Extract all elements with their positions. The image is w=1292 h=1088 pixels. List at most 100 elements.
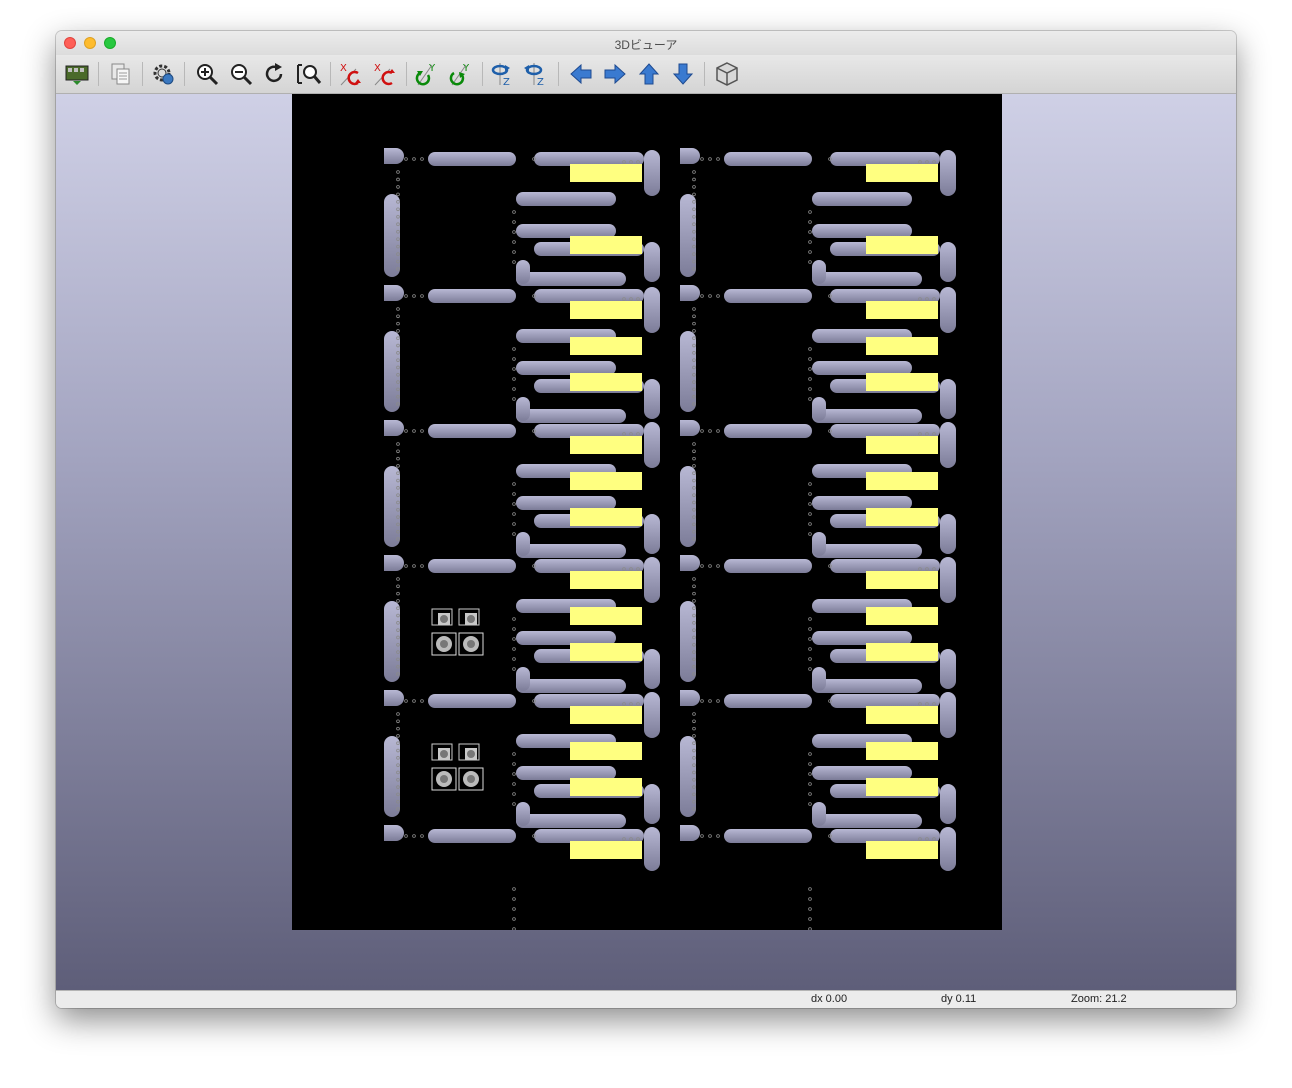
pad-trace bbox=[516, 192, 616, 206]
rail-knob bbox=[680, 285, 700, 301]
pad-trace bbox=[534, 289, 644, 303]
pad-trace bbox=[516, 224, 616, 238]
rotate-y-ccw-icon: Y bbox=[449, 63, 470, 86]
header-pin-hole bbox=[440, 640, 448, 648]
via bbox=[808, 657, 812, 661]
pad-trace bbox=[534, 694, 644, 708]
via bbox=[692, 185, 696, 189]
via bbox=[420, 834, 424, 838]
ortho-view-button[interactable] bbox=[712, 59, 742, 89]
pad-trace bbox=[830, 694, 940, 708]
pad-trace bbox=[830, 289, 940, 303]
via bbox=[396, 314, 400, 319]
smd-pad bbox=[866, 778, 938, 796]
via bbox=[412, 834, 416, 838]
via bbox=[396, 177, 400, 182]
redraw-button[interactable] bbox=[260, 59, 290, 89]
via bbox=[808, 792, 812, 796]
right-rail bbox=[644, 422, 660, 468]
arrow-left-icon bbox=[570, 63, 592, 85]
via bbox=[808, 210, 812, 214]
zoom-fit-button[interactable] bbox=[294, 59, 324, 89]
via bbox=[512, 927, 516, 931]
right-rail bbox=[644, 287, 660, 333]
svg-text:X: X bbox=[374, 63, 381, 74]
via bbox=[512, 637, 516, 641]
svg-text:Z: Z bbox=[537, 77, 544, 87]
status-dx: dx 0.00 bbox=[811, 993, 848, 1005]
rail-knob bbox=[384, 555, 404, 571]
settings-button[interactable] bbox=[148, 59, 178, 89]
pad-trace bbox=[516, 272, 626, 286]
title-bar[interactable]: 3Dビューア bbox=[56, 31, 1236, 55]
via bbox=[708, 157, 712, 161]
via bbox=[700, 294, 704, 298]
pad-trace bbox=[534, 424, 644, 438]
smd-pad bbox=[866, 571, 938, 589]
via bbox=[808, 647, 812, 651]
left-rail bbox=[680, 736, 696, 817]
via bbox=[512, 387, 516, 391]
via bbox=[512, 502, 516, 506]
via bbox=[692, 456, 696, 461]
via bbox=[716, 294, 720, 298]
pan-left-button[interactable] bbox=[566, 59, 596, 89]
pad-trace bbox=[830, 559, 940, 573]
rail-knob bbox=[680, 555, 700, 571]
via bbox=[808, 897, 812, 901]
via bbox=[700, 429, 704, 433]
via bbox=[692, 329, 696, 333]
rotate-y-cw-button[interactable]: Y bbox=[412, 59, 442, 89]
smd-pad bbox=[866, 607, 938, 625]
3d-viewport[interactable] bbox=[56, 94, 1236, 990]
smd-pad bbox=[570, 472, 642, 490]
rotate-z-ccw-icon: Z bbox=[524, 63, 544, 87]
pad-trace bbox=[516, 631, 616, 645]
via bbox=[808, 617, 812, 621]
right-rail bbox=[940, 827, 956, 871]
right-rail bbox=[644, 150, 660, 196]
pan-right-button[interactable] bbox=[600, 59, 630, 89]
header-pin-hole bbox=[440, 750, 448, 758]
svg-text:X: X bbox=[340, 63, 347, 74]
copy-image-button[interactable] bbox=[106, 59, 136, 89]
zoom-out-button[interactable] bbox=[226, 59, 256, 89]
via bbox=[808, 927, 812, 931]
via bbox=[396, 719, 400, 724]
via bbox=[512, 357, 516, 361]
via bbox=[396, 456, 400, 461]
via bbox=[808, 397, 812, 401]
pcb-board[interactable] bbox=[292, 94, 1002, 941]
smd-pad bbox=[570, 508, 642, 526]
rotate-z-cw-icon: Z bbox=[491, 63, 510, 87]
via bbox=[420, 294, 424, 298]
rotate-z-cw-button[interactable]: Z bbox=[488, 59, 518, 89]
via bbox=[692, 591, 696, 596]
via bbox=[692, 307, 696, 311]
via bbox=[692, 712, 696, 716]
reload-board-button[interactable] bbox=[62, 59, 92, 89]
via bbox=[708, 564, 712, 568]
pad-trace bbox=[830, 152, 940, 166]
rotate-x-cw-button[interactable]: X bbox=[336, 59, 366, 89]
pan-down-button[interactable] bbox=[668, 59, 698, 89]
smd-pad bbox=[570, 436, 642, 454]
zoom-in-button[interactable] bbox=[192, 59, 222, 89]
right-rail bbox=[644, 557, 660, 603]
rotate-x-ccw-button[interactable]: X bbox=[370, 59, 400, 89]
via bbox=[396, 192, 400, 197]
left-rail bbox=[384, 736, 400, 817]
rotate-y-ccw-button[interactable]: Y bbox=[446, 59, 476, 89]
via bbox=[692, 577, 696, 581]
rotate-z-ccw-button[interactable]: Z bbox=[522, 59, 552, 89]
rail-knob bbox=[384, 148, 404, 164]
viewer-window: 3Dビューア X X Y Y Z Z dx 0.00 dy 0.11 Zoom:… bbox=[56, 31, 1236, 1008]
separator-trace bbox=[428, 424, 516, 438]
smd-pad bbox=[570, 571, 642, 589]
via bbox=[412, 564, 416, 568]
pan-up-button[interactable] bbox=[634, 59, 664, 89]
right-rail bbox=[940, 422, 956, 468]
via bbox=[412, 294, 416, 298]
smd-pad bbox=[570, 607, 642, 625]
redraw-icon bbox=[265, 63, 283, 83]
